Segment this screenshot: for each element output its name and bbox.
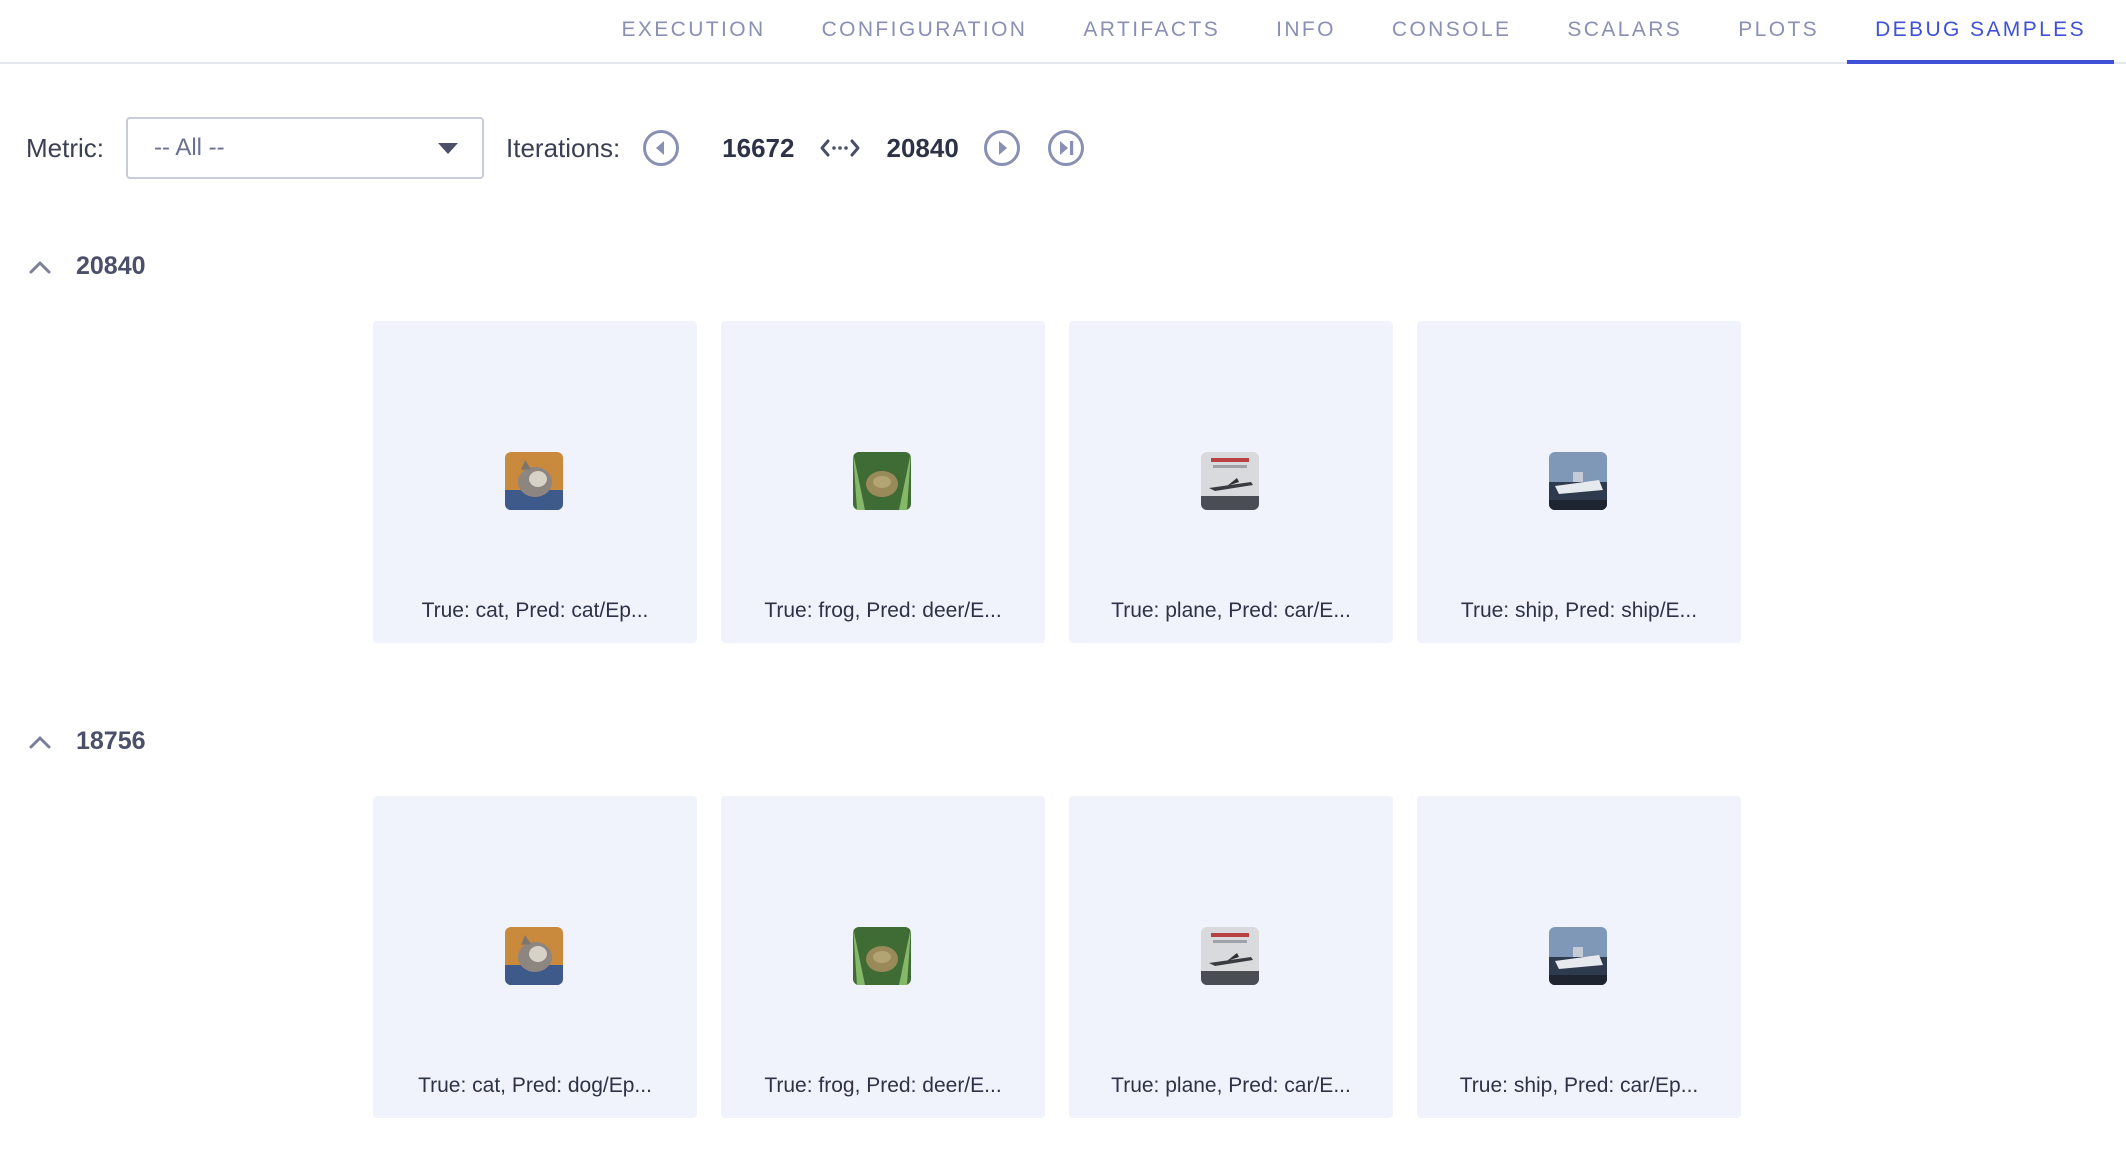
tab-info[interactable]: INFO [1248,0,1364,64]
sample-caption: True: plane, Pred: car/E... [1111,1074,1351,1097]
metric-label: Metric: [26,132,104,163]
skip-to-end-circle-icon [1047,130,1084,166]
chevron-up-icon [29,736,51,748]
iteration-section-header[interactable]: 20840 [28,252,146,281]
plane-thumbnail[interactable] [1201,927,1259,985]
caret-down-icon [438,142,458,154]
sample-caption: True: cat, Pred: cat/Ep... [421,599,649,622]
iteration-section-title: 18756 [76,727,146,755]
iteration-to: 20840 [886,132,959,163]
debug-sample-card[interactable]: True: frog, Pred: deer/E... [721,321,1045,643]
range-arrows-icon [820,136,860,160]
debug-sample-card[interactable]: True: ship, Pred: car/Ep... [1417,796,1741,1118]
tab-plots[interactable]: PLOTS [1710,0,1847,64]
debug-sample-card[interactable]: True: cat, Pred: dog/Ep... [373,796,697,1118]
cat-thumbnail[interactable] [505,452,563,510]
tab-debug-samples[interactable]: DEBUG SAMPLES [1847,0,2114,64]
ship-thumbnail[interactable] [1549,452,1607,510]
debug-sample-card[interactable]: True: plane, Pred: car/E... [1069,321,1393,643]
iteration-from: 16672 [722,132,795,163]
tab-scalars[interactable]: SCALARS [1539,0,1710,64]
tab-execution[interactable]: EXECUTION [593,0,793,64]
tab-configuration[interactable]: CONFIGURATION [794,0,1056,64]
debug-samples-toolbar: Metric: -- All -- Iterations: 16672 2084… [26,116,1085,180]
sample-caption: True: frog, Pred: deer/E... [764,1074,1002,1097]
tab-artifacts[interactable]: ARTIFACTS [1055,0,1248,64]
sample-caption: True: ship, Pred: ship/E... [1460,599,1698,622]
sample-caption: True: frog, Pred: deer/E... [764,599,1002,622]
sample-caption: True: plane, Pred: car/E... [1111,599,1351,622]
debug-samples-grid: True: cat, Pred: dog/Ep... True: frog, P… [373,796,1741,1118]
ship-thumbnail[interactable] [1549,927,1607,985]
iterations-label: Iterations: [506,132,621,163]
metric-select-value: -- All -- [154,134,225,161]
frog-thumbnail[interactable] [853,452,911,510]
debug-sample-card[interactable]: True: plane, Pred: car/E... [1069,796,1393,1118]
last-iteration-button[interactable] [1047,129,1085,167]
iteration-section-header[interactable]: 18756 [28,727,146,756]
debug-samples-grid: True: cat, Pred: cat/Ep... True: frog, P… [373,321,1741,643]
chevron-left-circle-icon [643,130,680,166]
sample-caption: True: ship, Pred: car/Ep... [1459,1074,1699,1097]
iteration-section-title: 20840 [76,252,146,280]
cat-thumbnail[interactable] [505,927,563,985]
chevron-right-circle-icon [983,130,1020,166]
plane-thumbnail[interactable] [1201,452,1259,510]
sample-caption: True: cat, Pred: dog/Ep... [418,1074,652,1097]
next-iteration-button[interactable] [983,129,1021,167]
debug-sample-card[interactable]: True: cat, Pred: cat/Ep... [373,321,697,643]
tab-bar: EXECUTION CONFIGURATION ARTIFACTS INFO C… [0,0,2126,64]
debug-sample-card[interactable]: True: ship, Pred: ship/E... [1417,321,1741,643]
chevron-up-icon [29,261,51,273]
tab-console[interactable]: CONSOLE [1364,0,1540,64]
debug-sample-card[interactable]: True: frog, Pred: deer/E... [721,796,1045,1118]
frog-thumbnail[interactable] [853,927,911,985]
metric-select[interactable]: -- All -- [126,117,484,179]
tabs: EXECUTION CONFIGURATION ARTIFACTS INFO C… [593,0,2114,64]
previous-iteration-button[interactable] [642,129,680,167]
